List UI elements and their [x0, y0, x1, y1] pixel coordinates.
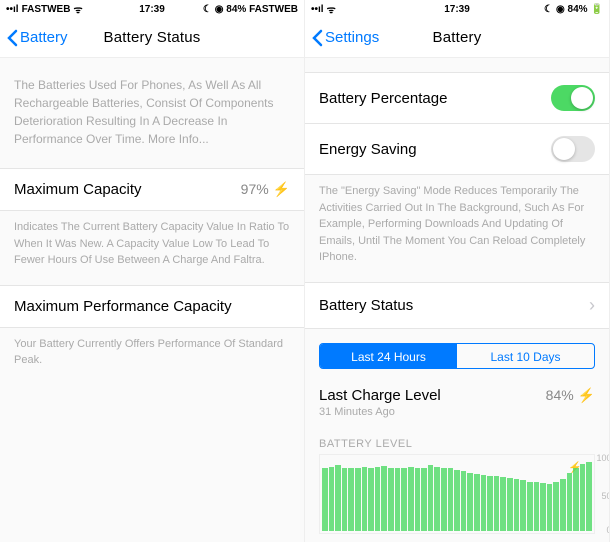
chart-bar — [500, 477, 506, 530]
chart-bar — [355, 468, 361, 531]
tick-0: 0 % — [606, 525, 610, 535]
battery-settings-pane: ••ıl ᯤ 17:39 ☾ ◉ 84% 🔋 Settings Battery … — [305, 0, 610, 542]
chart-bar — [421, 468, 427, 531]
battery-status-row[interactable]: Battery Status › — [305, 282, 609, 329]
chart-bar — [329, 467, 335, 531]
chart-bar — [335, 465, 341, 530]
chart-bar — [487, 476, 493, 531]
chart-bar — [534, 482, 540, 530]
chart-bar — [461, 471, 467, 530]
battery-status-label: Battery Status — [319, 297, 413, 314]
perf-capacity-note: Your Battery Currently Offers Performanc… — [0, 328, 304, 385]
seg-10d[interactable]: Last 10 Days — [457, 344, 594, 368]
chart-bar — [527, 482, 533, 531]
signal-icon: ••ıl — [311, 4, 324, 15]
chart-bar — [514, 479, 520, 531]
dnd-moon-icon: ☾ — [544, 4, 553, 15]
tick-50: 50 % — [601, 491, 610, 501]
status-bar-right: ••ıl ᯤ 17:39 ☾ ◉ 84% 🔋 — [305, 0, 609, 18]
clock-right: 17:39 — [408, 4, 505, 15]
chart-bar — [481, 475, 487, 531]
dnd-moon-icon: ☾ — [203, 4, 212, 15]
energy-saving-note: The "Energy Saving" Mode Reduces Tempora… — [305, 175, 609, 282]
battery-status-pane: ••ıl FASTWEB ᯤ 17:39 ☾ ◉ 84% FASTWEB Bat… — [0, 0, 305, 542]
back-button[interactable]: Battery — [6, 29, 68, 47]
chart-bar — [441, 468, 447, 531]
battery-percentage-toggle[interactable] — [551, 85, 595, 111]
chart-bar — [428, 465, 434, 530]
carrier-label: FASTWEB — [22, 4, 71, 15]
last-charge-row: Last Charge Level 84% ⚡ — [305, 383, 609, 404]
max-capacity-note: Indicates The Current Battery Capacity V… — [0, 211, 304, 285]
chart-bar — [415, 468, 421, 530]
back-button[interactable]: Settings — [311, 29, 379, 47]
chart-bar — [560, 479, 566, 531]
wifi-icon: ᯤ — [73, 2, 82, 16]
energy-saving-row[interactable]: Energy Saving — [305, 124, 609, 175]
chart-bar — [362, 467, 368, 531]
chart-bar — [573, 468, 579, 531]
nav-bar-right: Settings Battery — [305, 18, 609, 58]
battery-level-chart: 100 % 50 % 0 % ⚡ — [319, 454, 595, 534]
back-label: Battery — [20, 29, 68, 46]
chart-bar — [540, 483, 546, 530]
time-range-segmented[interactable]: Last 24 Hours Last 10 Days — [319, 343, 595, 369]
energy-saving-label: Energy Saving — [319, 141, 417, 158]
max-capacity-label: Maximum Capacity — [14, 181, 142, 198]
chart-bar — [381, 466, 387, 530]
chart-bar — [434, 467, 440, 531]
chart-bar — [520, 480, 526, 530]
battery-percentage-row[interactable]: Battery Percentage — [305, 72, 609, 124]
perf-capacity-label: Maximum Performance Capacity — [14, 298, 232, 315]
chart-bar — [348, 468, 354, 530]
chart-bar — [586, 462, 592, 530]
chevron-left-icon — [6, 29, 18, 47]
last-charge-label: Last Charge Level — [319, 387, 441, 404]
battery-icon: 🔋 — [591, 4, 603, 15]
activity-title: ACTIVITY — [305, 534, 609, 542]
last-charge-value: 84% ⚡ — [546, 387, 595, 404]
wifi-icon: ᯤ — [327, 2, 336, 16]
clock-left: 17:39 — [103, 4, 200, 15]
chevron-left-icon — [311, 29, 323, 47]
seg-24h[interactable]: Last 24 Hours — [320, 344, 457, 368]
chart-bar — [388, 468, 394, 531]
chart-bar — [395, 468, 401, 530]
chart-bar — [408, 467, 414, 531]
page-title: Battery Status — [103, 29, 200, 46]
status-bar-left: ••ıl FASTWEB ᯤ 17:39 ☾ ◉ 84% FASTWEB — [0, 0, 304, 18]
battery-percentage-label: Battery Percentage — [319, 90, 447, 107]
chart-bar — [454, 470, 460, 531]
back-label: Settings — [325, 29, 379, 46]
tick-100: 100 % — [596, 453, 610, 463]
battery-pct-left: ◉ 84% FASTWEB — [215, 4, 298, 15]
chart-bar — [567, 473, 573, 531]
chart-bar — [507, 478, 513, 531]
chart-bar — [322, 468, 328, 531]
energy-saving-toggle[interactable] — [551, 136, 595, 162]
chart-bar — [448, 468, 454, 530]
chart-bar — [375, 467, 381, 531]
intro-text: The Batteries Used For Phones, As Well A… — [0, 58, 304, 168]
max-capacity-value: 97% ⚡ — [241, 181, 290, 198]
battery-pct-right: ◉ 84% — [556, 4, 588, 15]
battery-level-title: BATTERY LEVEL — [305, 430, 609, 454]
chart-bar — [553, 482, 559, 530]
nav-bar-left: Battery Battery Status — [0, 18, 304, 58]
chart-bar — [401, 468, 407, 531]
chevron-right-icon: › — [589, 295, 595, 316]
page-title: Battery — [433, 29, 482, 46]
signal-icon: ••ıl — [6, 4, 19, 15]
chart-bar — [368, 468, 374, 531]
chart-bar — [342, 468, 348, 531]
perf-capacity-row: Maximum Performance Capacity — [0, 285, 304, 328]
chart-bar — [547, 484, 553, 531]
max-capacity-row[interactable]: Maximum Capacity 97% ⚡ — [0, 168, 304, 211]
last-charge-sub: 31 Minutes Ago — [305, 404, 609, 430]
chart-bar — [580, 464, 586, 531]
chart-bar — [467, 473, 473, 531]
chart-bar — [474, 474, 480, 530]
chart-bar — [494, 476, 500, 530]
